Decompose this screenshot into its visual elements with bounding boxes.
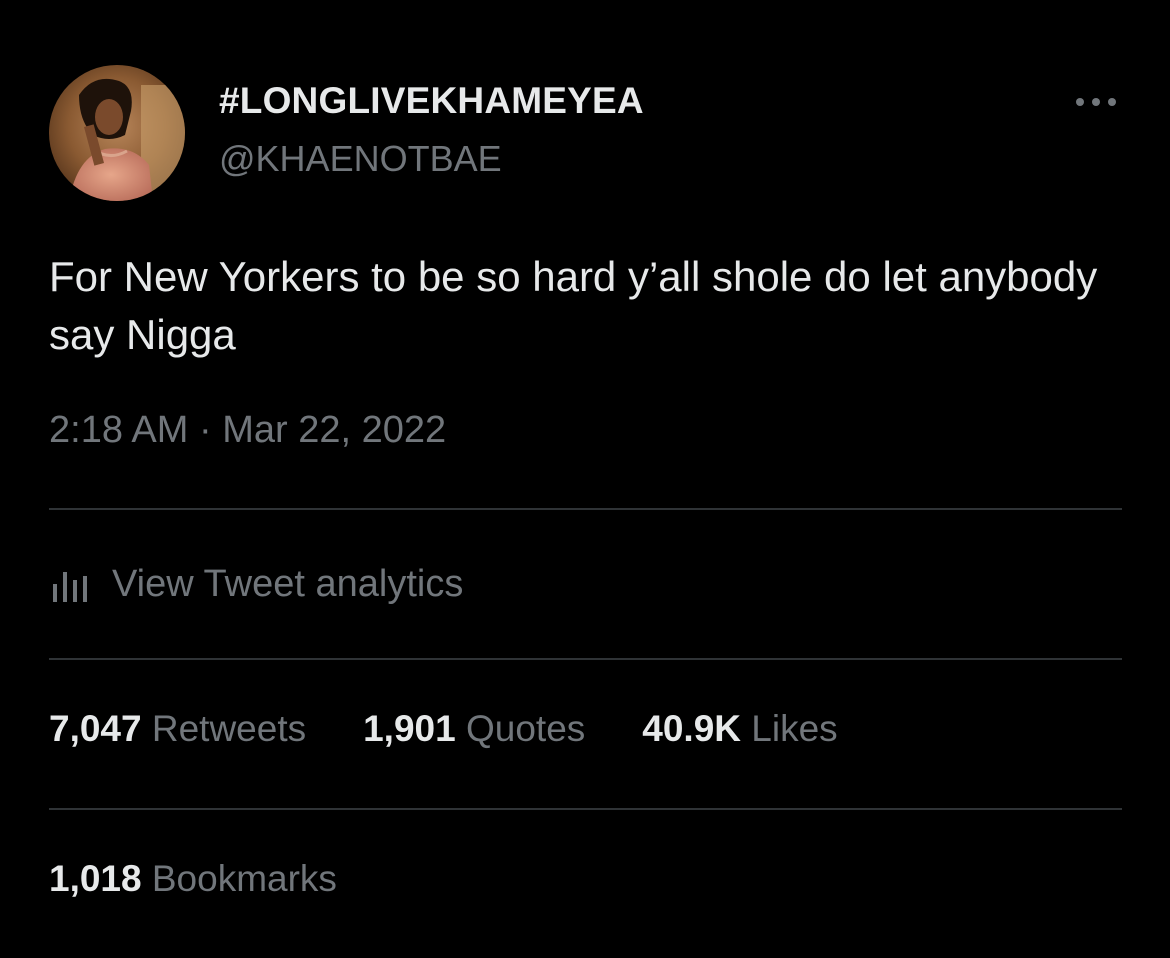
author-handle[interactable]: @KHAENOTBAE: [219, 138, 502, 180]
bookmarks-count: 1,018: [49, 858, 142, 899]
likes-label: Likes: [751, 708, 838, 749]
view-analytics-link[interactable]: View Tweet analytics: [49, 558, 463, 610]
tweet-text: For New Yorkers to be so hard y’all shol…: [49, 253, 1098, 358]
retweets-count: 7,047: [49, 708, 142, 749]
quotes-stat[interactable]: 1,901 Quotes: [363, 708, 585, 750]
more-icon[interactable]: [1072, 88, 1120, 116]
likes-stat[interactable]: 40.9K Likes: [642, 708, 837, 750]
bookmarks-stat[interactable]: 1,018 Bookmarks: [49, 858, 337, 900]
bar-chart-icon: [53, 572, 87, 602]
more-horizontal-icon: [1076, 98, 1116, 106]
avatar[interactable]: [49, 65, 185, 201]
quotes-count: 1,901: [363, 708, 456, 749]
quotes-label: Quotes: [465, 708, 586, 749]
divider: [49, 508, 1122, 510]
tweet-timestamp[interactable]: 2:18 AM · Mar 22, 2022: [49, 409, 446, 452]
divider: [49, 658, 1122, 660]
view-analytics-label: View Tweet analytics: [112, 562, 464, 605]
engagement-stats: 7,047 Retweets 1,901 Quotes 40.9K Likes: [49, 708, 895, 750]
author-display-name[interactable]: #LONGLIVEKHAMEYEA: [219, 80, 644, 122]
likes-count: 40.9K: [642, 708, 742, 749]
bookmarks-label: Bookmarks: [151, 858, 337, 899]
profile-photo-icon: [49, 65, 185, 201]
retweets-stat[interactable]: 7,047 Retweets: [49, 708, 306, 750]
tweet-detail: #LONGLIVEKHAMEYEA @KHAENOTBAE For New Yo…: [0, 0, 1170, 958]
retweets-label: Retweets: [151, 708, 307, 749]
divider: [49, 808, 1122, 810]
